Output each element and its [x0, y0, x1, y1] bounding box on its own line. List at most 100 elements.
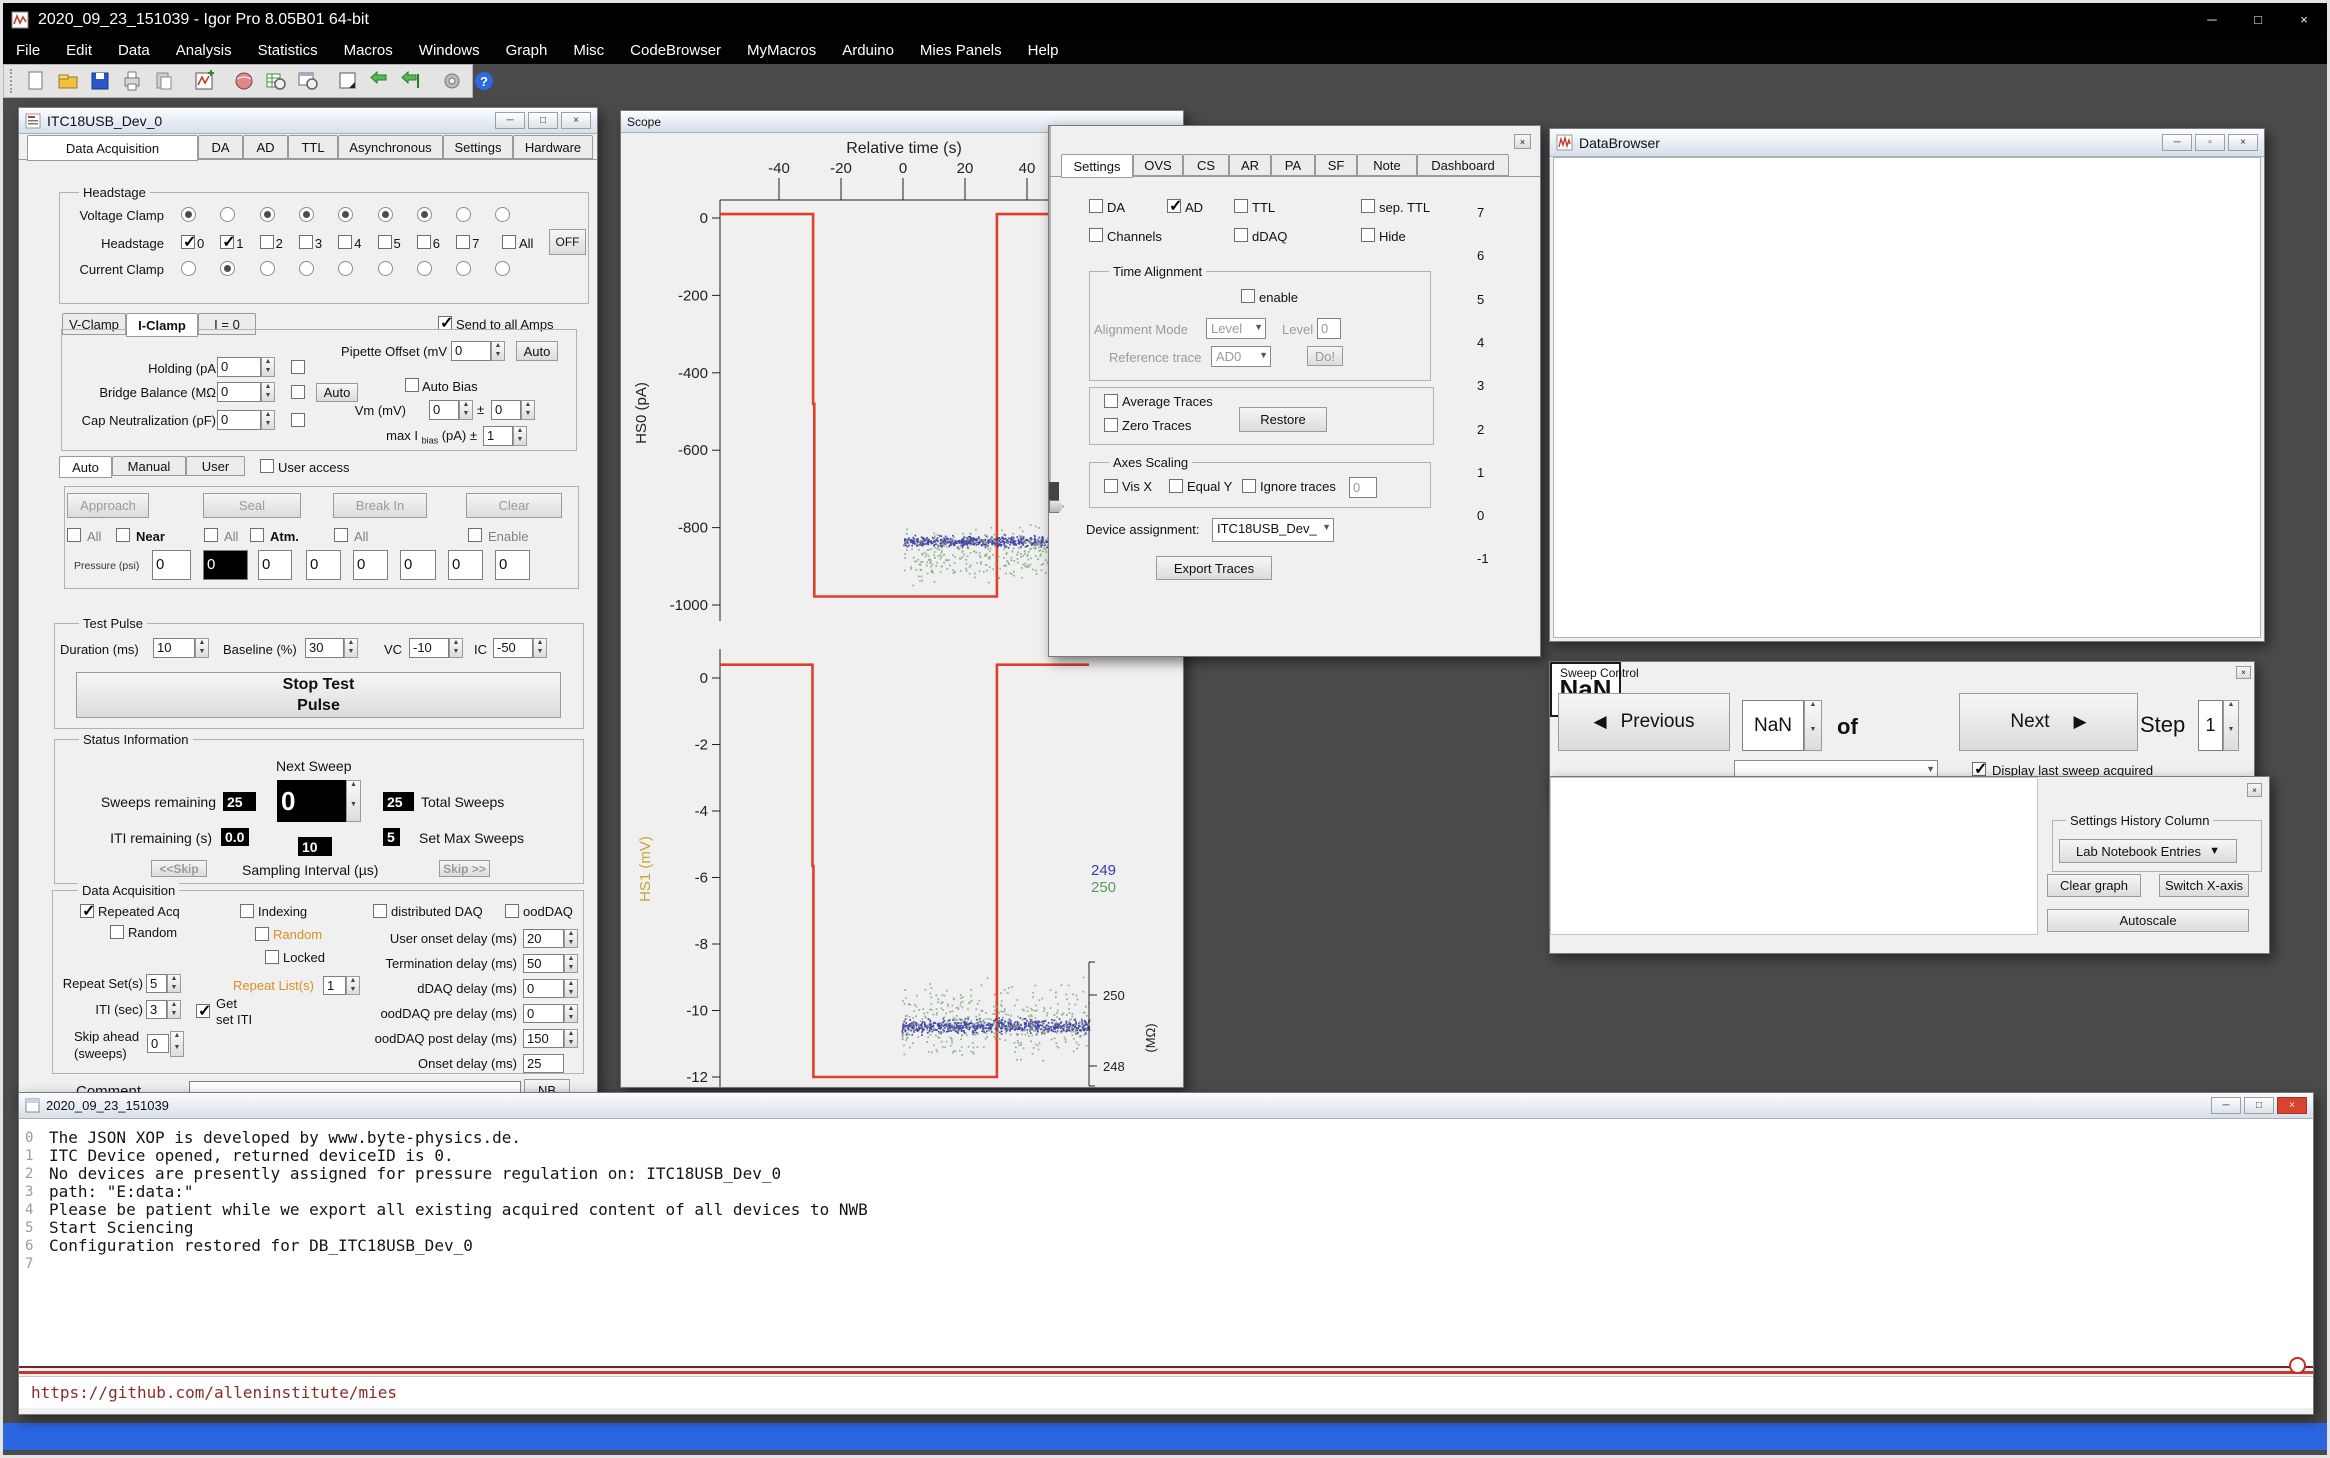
holding-checkbox[interactable] [291, 360, 305, 374]
repeat-sets-stepper-up[interactable]: ▲ [168, 975, 180, 984]
iti-sec-stepper[interactable]: ▲▼ [167, 1000, 181, 1019]
sp-row1-0-checkbox[interactable] [1089, 199, 1103, 213]
step-stepper-down[interactable]: ▼ [2224, 726, 2238, 751]
ic-amplitude-field[interactable]: -50 [493, 638, 533, 658]
command-line[interactable]: https://github.com/alleninstitute/mies [19, 1376, 2313, 1408]
ic-amplitude-stepper-up[interactable]: ▲ [534, 639, 546, 648]
pressure-value-7[interactable]: 0 [495, 550, 530, 580]
cap-neutralization-stepper-down[interactable]: ▼ [262, 420, 274, 429]
lab-notebook-entries-button[interactable]: Lab Notebook Entries▼ [2059, 839, 2237, 863]
duration-stepper-up[interactable]: ▲ [196, 639, 208, 648]
switch-x-axis-button[interactable]: Switch X-axis [2159, 874, 2249, 897]
duration-field[interactable]: 10 [153, 638, 195, 658]
alignment-mode-dropdown[interactable]: Level▼ [1206, 318, 1266, 339]
tab-da-panel-3[interactable]: TTL [288, 135, 338, 159]
menu-item-analysis[interactable]: Analysis [163, 39, 245, 62]
tab-da-panel-4[interactable]: Asynchronous [338, 135, 443, 159]
ic-amplitude-stepper[interactable]: ▲▼ [533, 638, 547, 658]
bridge-auto-button[interactable]: Auto [316, 383, 358, 402]
command-close-button[interactable]: × [2277, 1097, 2307, 1114]
menu-item-codebrowser[interactable]: CodeBrowser [617, 39, 734, 62]
cap-neutralization-field[interactable]: 0 [217, 410, 261, 430]
repeat-sets-field[interactable]: 5 [146, 974, 167, 993]
cc-radio-2[interactable] [260, 261, 275, 276]
toolbar-grip[interactable] [10, 69, 12, 93]
holding-stepper[interactable]: ▲▼ [261, 357, 275, 377]
app-close-button[interactable]: × [2281, 7, 2327, 33]
tab-settings-panel-3[interactable]: AR [1229, 154, 1271, 176]
paste-icon[interactable] [152, 68, 176, 94]
bridge-balance-stepper-down[interactable]: ▼ [262, 392, 274, 401]
headstage-checkbox-5[interactable] [378, 235, 392, 249]
vc-amplitude-field[interactable]: -10 [409, 638, 449, 658]
delay-3-stepper[interactable]: ▲▼ [564, 1004, 578, 1023]
sp-row2-2-checkbox[interactable] [1361, 228, 1375, 242]
distributed-daq-checkbox[interactable] [373, 904, 387, 918]
delay-4-stepper[interactable]: ▲▼ [564, 1029, 578, 1048]
bridge-balance-stepper-up[interactable]: ▲ [262, 383, 274, 392]
delay-4-field[interactable]: 150 [523, 1029, 564, 1048]
tab-settings-panel-6[interactable]: Note [1357, 154, 1417, 176]
cap-neutralization-stepper[interactable]: ▲▼ [261, 410, 275, 430]
menu-item-data[interactable]: Data [105, 39, 163, 62]
menu-item-statistics[interactable]: Statistics [245, 39, 331, 62]
browse-icon[interactable] [232, 68, 256, 94]
cap-neutralization-checkbox[interactable] [291, 413, 305, 427]
iti-sec-field[interactable]: 3 [146, 1000, 167, 1019]
vc-amplitude-stepper[interactable]: ▲▼ [449, 638, 463, 658]
vm-stepper[interactable]: ▲▼ [459, 400, 473, 420]
tab-settings-panel-4[interactable]: PA [1271, 154, 1315, 176]
ignore-traces-checkbox[interactable] [1242, 479, 1256, 493]
skip-ahead-stepper-down[interactable]: ▼ [171, 1044, 183, 1056]
command-status-icon[interactable] [2289, 1357, 2306, 1374]
iti-sec-stepper-down[interactable]: ▼ [168, 1010, 180, 1019]
tab-amp-mode-1[interactable]: Manual [112, 456, 186, 476]
indexing-checkbox[interactable] [240, 904, 254, 918]
get-set-iti-checkbox[interactable] [196, 1004, 210, 1018]
cc-radio-6[interactable] [417, 261, 432, 276]
pressure-check-3-checkbox[interactable] [250, 528, 264, 542]
device-panel-title-bar[interactable]: ITC18USB_Dev_0 ─ □ × [19, 108, 597, 134]
current-sweep-field[interactable]: NaN [1742, 700, 1804, 751]
pressure-seal-button[interactable]: Seal [203, 493, 301, 518]
sweep-close-button[interactable]: × [2236, 666, 2251, 679]
random-acq-checkbox[interactable] [110, 925, 124, 939]
gear-icon[interactable] [440, 68, 464, 94]
repeat-lists-field[interactable]: 1 [323, 976, 346, 995]
browser-minimize-button[interactable]: ─ [2162, 134, 2192, 151]
duration-stepper-down[interactable]: ▼ [196, 648, 208, 657]
autoscale-button[interactable]: Autoscale [2047, 909, 2249, 932]
baseline-stepper-down[interactable]: ▼ [345, 648, 357, 657]
help-icon[interactable]: ? [472, 68, 496, 94]
delay-2-stepper[interactable]: ▲▼ [564, 979, 578, 998]
baseline-stepper-up[interactable]: ▲ [345, 639, 357, 648]
tab-settings-panel-2[interactable]: CS [1183, 154, 1229, 176]
vm-range-stepper-down[interactable]: ▼ [522, 410, 534, 419]
save-icon[interactable] [88, 68, 112, 94]
headstage-checkbox-1[interactable] [220, 235, 234, 249]
cc-radio-7[interactable] [456, 261, 471, 276]
app-minimize-button[interactable]: ─ [2189, 7, 2235, 33]
delay-3-stepper-up[interactable]: ▲ [565, 1005, 577, 1014]
pressure-value-2[interactable]: 0 [258, 550, 292, 580]
sp-row1-1-checkbox[interactable] [1167, 199, 1181, 213]
current-sweep-stepper[interactable]: ▲▼ [1804, 700, 1822, 751]
menu-item-mies-panels[interactable]: Mies Panels [907, 39, 1015, 62]
cap-neutralization-stepper-up[interactable]: ▲ [262, 411, 274, 420]
max-i-bias-stepper[interactable]: ▲▼ [513, 426, 527, 446]
new-graph-icon[interactable] [192, 68, 216, 94]
repeat-sets-stepper-down[interactable]: ▼ [168, 984, 180, 993]
pressure-value-3[interactable]: 0 [306, 550, 341, 580]
average-traces-checkbox[interactable] [1104, 394, 1118, 408]
skip-ahead-stepper[interactable]: ▲▼ [170, 1031, 184, 1057]
baseline-field[interactable]: 30 [305, 638, 344, 658]
command-title-bar[interactable]: 2020_09_23_151039 ─ □ × [19, 1093, 2313, 1119]
ic-amplitude-stepper-down[interactable]: ▼ [534, 648, 546, 657]
vm-range-stepper-up[interactable]: ▲ [522, 401, 534, 410]
vc-radio-0[interactable] [181, 207, 196, 222]
menu-item-file[interactable]: File [3, 39, 53, 62]
repeat-lists-stepper[interactable]: ▲▼ [346, 976, 360, 995]
bridge-balance-field[interactable]: 0 [217, 382, 261, 402]
vc-amplitude-stepper-down[interactable]: ▼ [450, 648, 462, 657]
tab-da-panel-6[interactable]: Hardware [513, 135, 593, 159]
